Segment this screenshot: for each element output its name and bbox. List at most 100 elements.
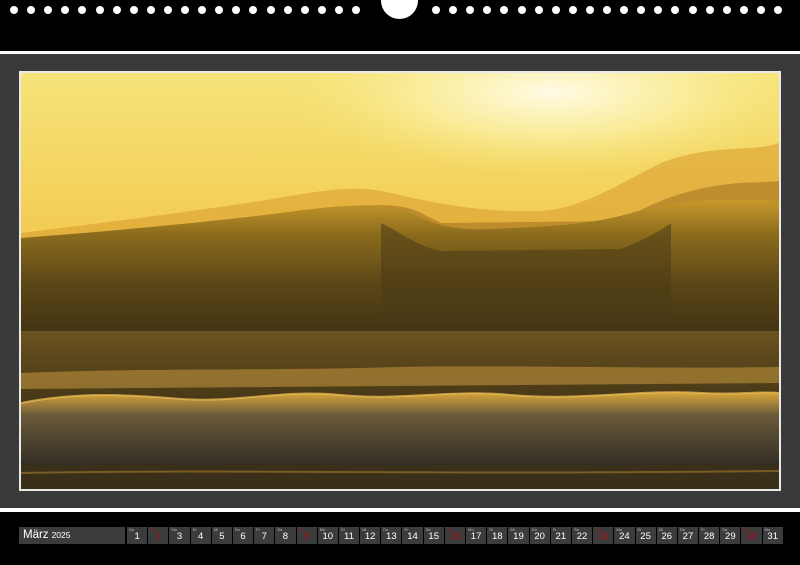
binding-hole [432, 6, 440, 14]
day-number: 12 [364, 531, 376, 542]
day-number: 14 [407, 531, 418, 542]
binding-hole [466, 6, 475, 14]
binding-hole [654, 6, 663, 14]
calendar-page: März 2025 Sa 1 So 2 Mo 3 Di 4 Mi 5 Do 6 Fr 7 Sa 8 So 9 Mo 1… [0, 54, 800, 565]
day-cell: Sa 29 [720, 527, 741, 544]
binding-hole [774, 6, 782, 14]
day-cell: Sa 22 [571, 527, 593, 544]
day-cell: Mi 12 [360, 527, 381, 544]
day-number: 31 [767, 531, 778, 542]
day-number: 26 [661, 531, 673, 542]
day-number: 1 [134, 531, 140, 542]
binding-hole [78, 6, 87, 14]
day-cell: Mo 24 [614, 527, 635, 544]
binding-hole [603, 6, 611, 14]
day-number: 27 [682, 531, 694, 542]
binding-hole [44, 6, 53, 14]
day-cell: Do 20 [529, 527, 550, 544]
month-name: März [23, 529, 49, 541]
day-number: 6 [240, 531, 246, 542]
day-number: 25 [640, 531, 651, 542]
day-cell: Do 13 [381, 527, 402, 544]
day-cell: Fr 28 [699, 527, 720, 544]
wave-photo [21, 73, 779, 489]
binding-hole [551, 6, 560, 14]
day-number: 19 [513, 531, 524, 542]
day-cell: So 2 [148, 527, 169, 544]
day-cell: Mo 10 [317, 527, 338, 544]
day-cell: Mi 5 [211, 527, 232, 544]
day-number: 21 [555, 531, 567, 542]
binding-hole [756, 6, 765, 14]
day-cell: Sa 1 [127, 527, 148, 544]
binding-hole [568, 6, 577, 14]
calendar-strip: März 2025 Sa 1 So 2 Mo 3 Di 4 Mi 5 Do 6 Fr 7 Sa 8 So 9 Mo 1… [0, 512, 800, 565]
day-number: 28 [703, 531, 715, 542]
day-number: 2 [155, 531, 161, 542]
day-number: 22 [576, 531, 588, 542]
day-cell: Sa 8 [275, 527, 296, 544]
binding-hole [671, 6, 680, 14]
binding-hole [517, 6, 526, 14]
day-cell: Di 25 [635, 527, 656, 544]
binding-hole [585, 6, 594, 14]
day-cell: Di 18 [487, 527, 508, 544]
wire-binding [0, 0, 800, 54]
day-cell: Do 27 [677, 527, 699, 544]
day-number: 15 [428, 531, 439, 542]
binding-hole [266, 6, 275, 14]
day-number: 10 [322, 531, 334, 542]
day-number: 11 [344, 531, 354, 542]
binding-hole [534, 6, 543, 14]
binding-hole [352, 6, 360, 14]
day-number: 3 [176, 531, 183, 542]
binding-hole [334, 6, 343, 14]
binding-hole [739, 6, 748, 14]
day-number: 13 [386, 531, 397, 542]
day-number: 17 [470, 531, 482, 542]
binding-hole [146, 6, 155, 14]
day-cell: Mo 3 [169, 527, 190, 544]
day-number: 5 [219, 531, 225, 542]
binding-hole [215, 6, 224, 14]
hanger-hole [381, 0, 418, 19]
binding-hole [449, 6, 458, 14]
day-cell: Fr 14 [402, 527, 423, 544]
binding-hole [637, 6, 646, 14]
binding-hole [61, 6, 70, 14]
day-cell: Mo 17 [466, 527, 487, 544]
day-cell: So 30 [741, 527, 762, 544]
binding-hole [705, 6, 714, 14]
day-cell: Do 6 [232, 527, 254, 544]
day-cell: Di 4 [190, 527, 211, 544]
day-cell: Fr 21 [550, 527, 571, 544]
binding-hole [181, 6, 189, 14]
day-number: 16 [449, 531, 461, 542]
binding-hole [300, 6, 309, 14]
binding-hole [500, 6, 509, 14]
day-cells: Sa 1 So 2 Mo 3 Di 4 Mi 5 Do 6 Fr 7 Sa 8 So 9 Mo 10 Di 11 Mi 12 D… [127, 527, 783, 544]
binding-hole [10, 6, 18, 14]
day-number: 4 [198, 531, 204, 542]
binding-hole [163, 6, 172, 14]
day-cell: So 9 [296, 527, 317, 544]
day-cell: Mi 19 [508, 527, 529, 544]
binding-hole [483, 6, 492, 14]
day-number: 8 [282, 531, 289, 542]
day-cell: Mo 31 [762, 527, 783, 544]
day-cell: Di 11 [338, 527, 360, 544]
binding-hole [198, 6, 207, 14]
binding-hole [722, 6, 731, 14]
day-cell: So 16 [444, 527, 465, 544]
day-number: 7 [261, 531, 267, 542]
binding-hole [688, 6, 697, 14]
month-year: 2025 [51, 530, 71, 540]
binding-hole [249, 6, 258, 14]
binding-hole [620, 6, 629, 14]
binding-hole [317, 6, 326, 14]
binding-hole [95, 6, 104, 14]
day-cell: Mi 26 [656, 527, 677, 544]
day-cell: Fr 7 [254, 527, 275, 544]
day-number: 23 [597, 531, 609, 542]
day-number: 20 [534, 531, 545, 542]
